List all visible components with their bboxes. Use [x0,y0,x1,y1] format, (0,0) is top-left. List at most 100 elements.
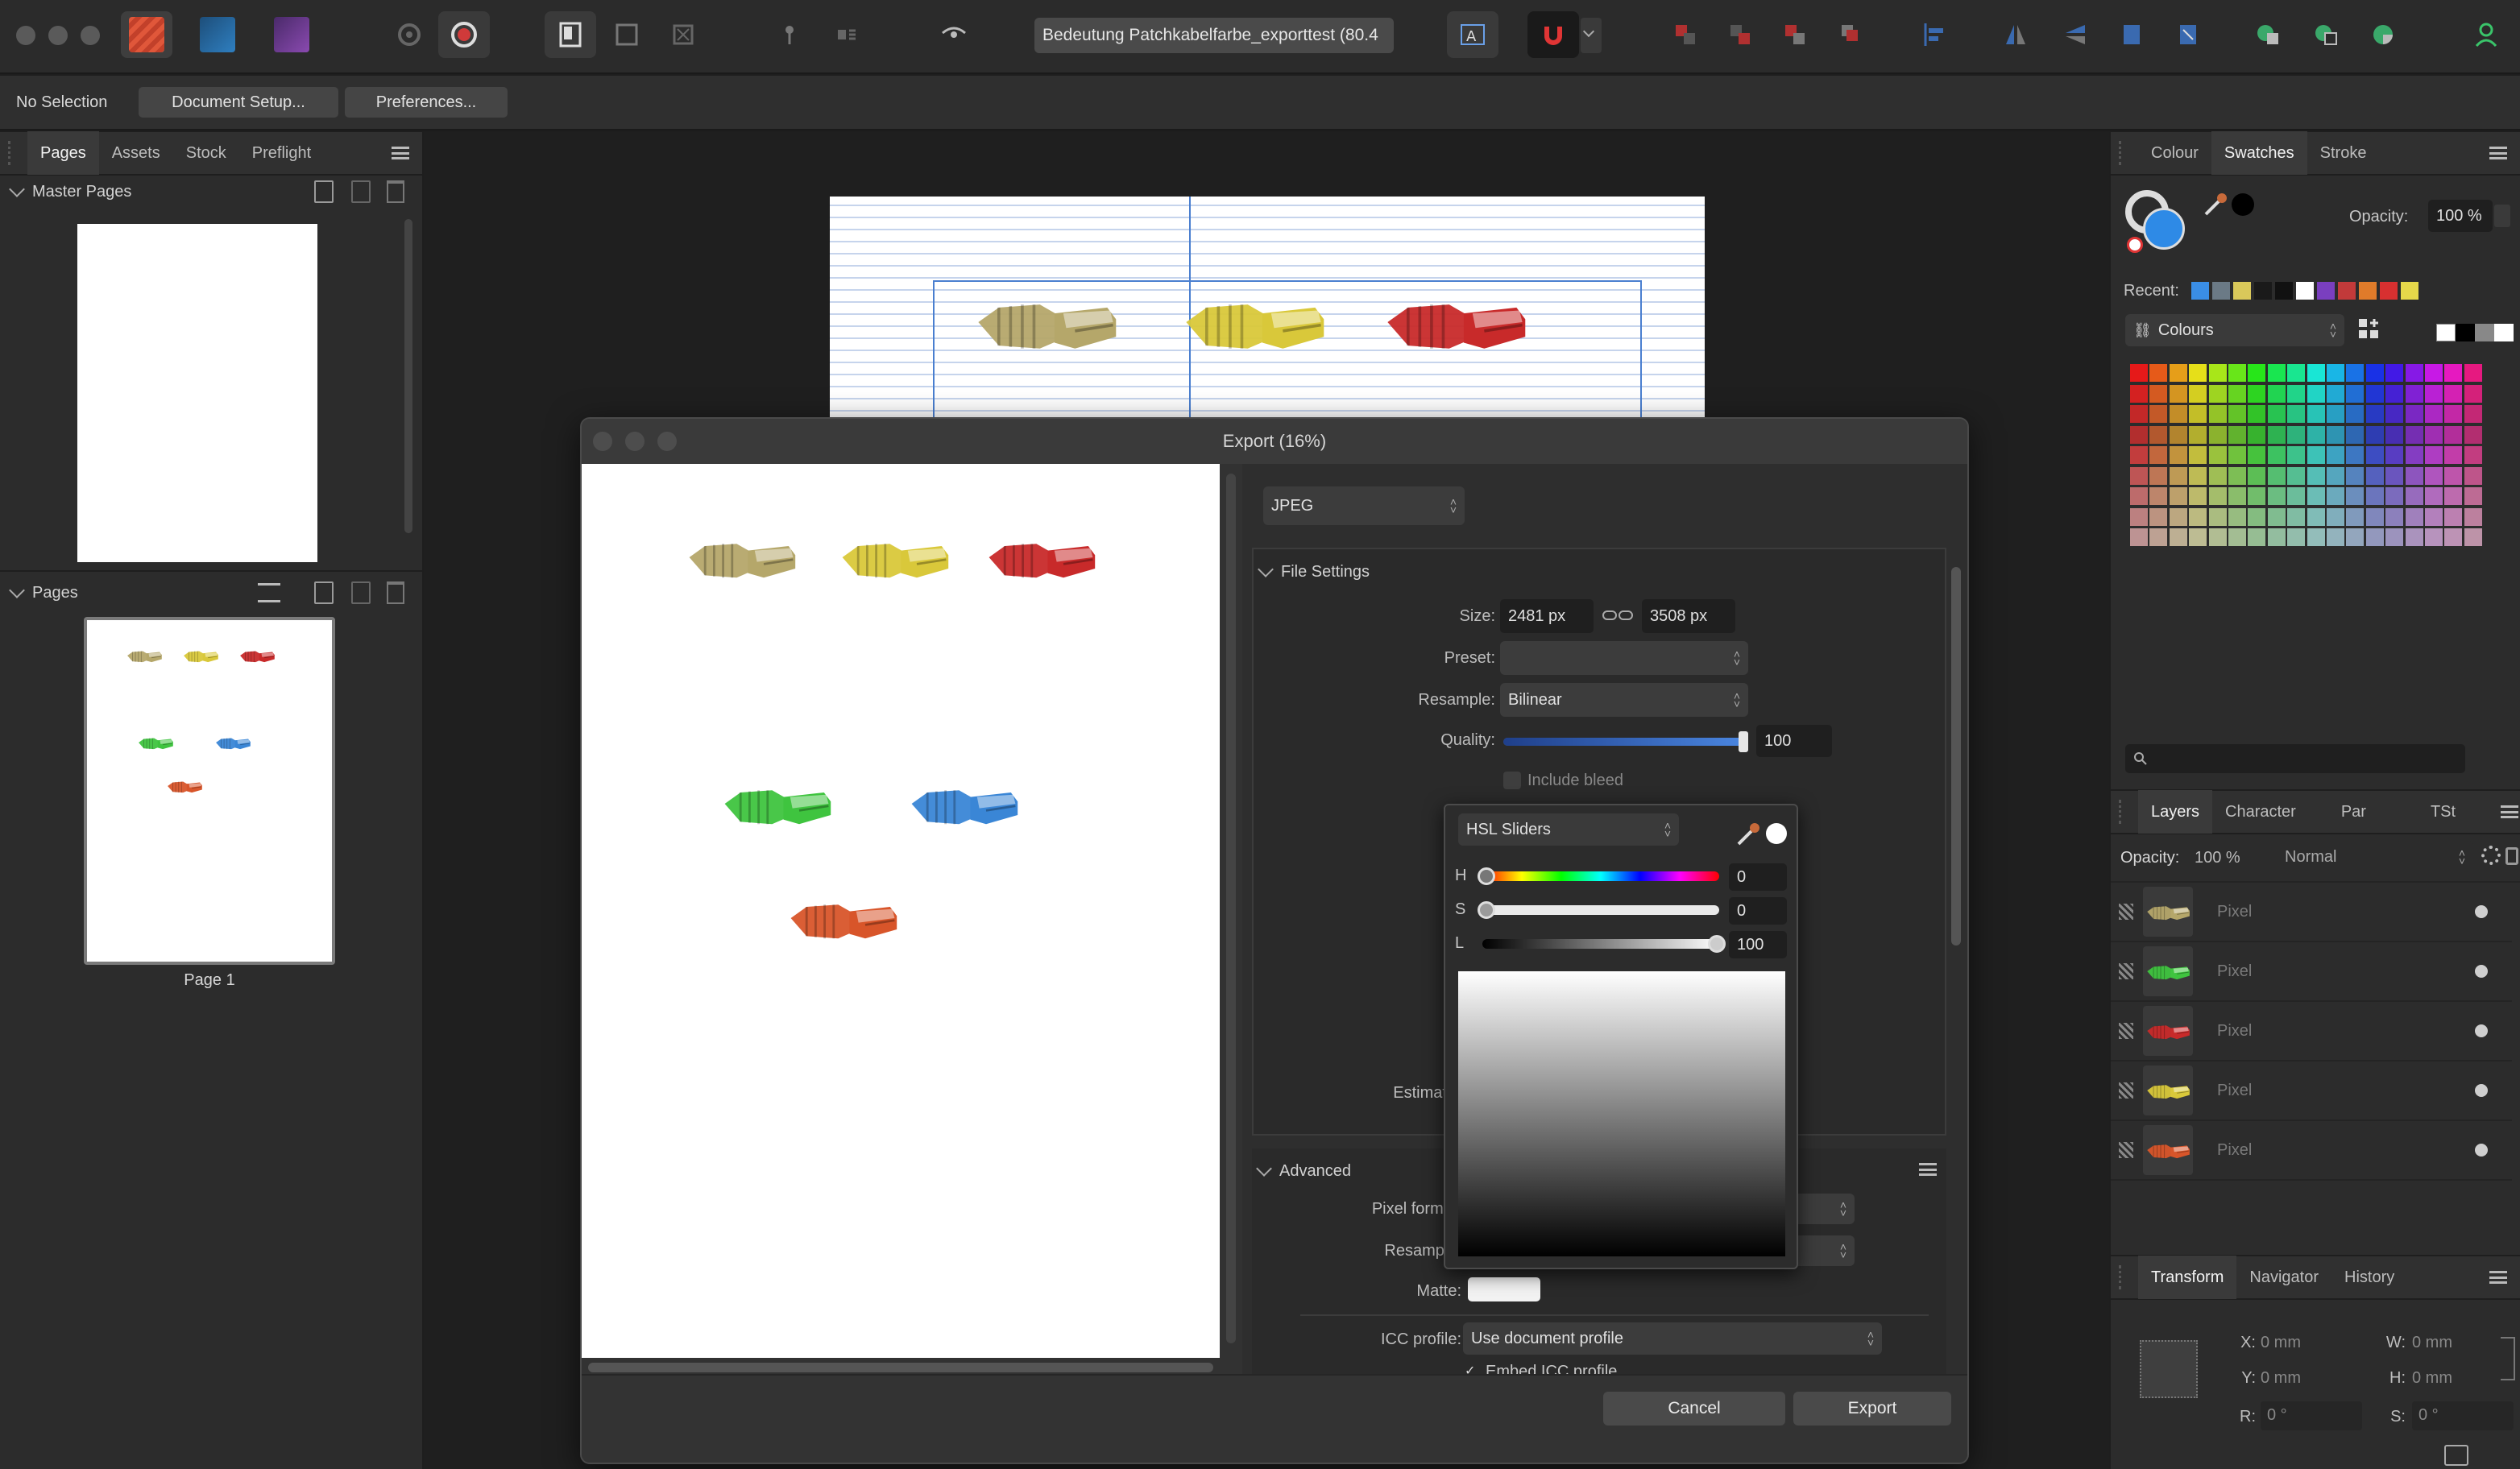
colour-swatch[interactable] [2464,384,2482,403]
colour-swatch[interactable] [2307,446,2325,464]
colour-swatch[interactable] [2327,384,2344,403]
lock-icon[interactable] [2505,847,2518,865]
layer-visibility-icon[interactable] [2475,1144,2488,1157]
colour-swatch[interactable] [2149,466,2168,485]
colour-swatch[interactable] [2130,446,2148,464]
colour-swatch[interactable] [2405,364,2423,382]
colour-swatch[interactable] [2228,446,2246,464]
recent-colour-swatch[interactable] [2233,282,2251,300]
colour-swatch[interactable] [2267,507,2286,526]
colour-swatch[interactable] [2327,487,2344,505]
shear-field[interactable]: 0 ° [2412,1401,2514,1430]
hue-field[interactable]: 0 [1729,863,1787,891]
rotate-right-button[interactable] [2162,11,2214,58]
panel-grip-icon[interactable] [8,141,23,165]
colour-swatch[interactable] [2385,528,2404,546]
colour-swatch[interactable] [2365,466,2384,485]
photo-persona-button[interactable] [266,11,317,58]
colour-swatch[interactable] [2385,364,2404,382]
colour-swatch[interactable] [2425,507,2443,526]
layers-opacity-value[interactable]: 100 % [2195,849,2240,867]
colour-swatch[interactable] [2365,528,2384,546]
window-zoom-button[interactable] [81,26,100,45]
colour-swatch[interactable] [2208,405,2227,423]
advanced-header[interactable]: Advanced [1252,1155,1351,1187]
colour-swatch[interactable] [2346,446,2365,464]
recent-colour-swatch[interactable] [2275,282,2293,300]
panel-grip-icon[interactable] [2119,1265,2133,1289]
colour-swatch[interactable] [2228,364,2246,382]
colour-swatch[interactable] [2425,446,2443,464]
preview-h-scrollbar[interactable] [588,1363,1213,1372]
snapping-button[interactable] [1527,11,1579,58]
colour-swatch[interactable] [2228,466,2246,485]
colour-swatch[interactable] [2267,446,2286,464]
h-field[interactable]: 0 mm [2412,1369,2452,1388]
designer-persona-button[interactable] [192,11,243,58]
eyedropper-icon[interactable] [2201,190,2230,219]
export-format-select[interactable]: JPEG ˄ ˅ [1263,486,1465,525]
colour-swatch[interactable] [2365,446,2384,464]
panel-menu-icon[interactable] [2489,147,2507,159]
colour-swatch[interactable] [2169,487,2187,505]
layer-drag-handle-icon[interactable] [2119,963,2133,979]
colour-swatch[interactable] [2287,528,2306,546]
colour-swatch[interactable] [2405,425,2423,444]
colour-swatch[interactable] [2307,528,2325,546]
master-page-thumbnail[interactable] [77,224,317,562]
panel-menu-icon[interactable] [392,147,409,159]
colour-swatch[interactable] [2169,507,2187,526]
colour-swatch[interactable] [2189,528,2207,546]
colour-swatch[interactable] [2169,446,2187,464]
colour-swatch[interactable] [2287,487,2306,505]
colour-swatch[interactable] [2228,528,2246,546]
colour-swatch[interactable] [2444,364,2463,382]
export-button[interactable]: Export [1793,1392,1951,1426]
tab-transform[interactable]: Transform [2138,1256,2237,1299]
colour-swatch[interactable] [2327,364,2344,382]
colour-swatch[interactable] [2248,364,2266,382]
colour-swatch[interactable] [2189,446,2207,464]
layer-drag-handle-icon[interactable] [2119,1023,2133,1039]
colour-swatch[interactable] [2169,466,2187,485]
colour-swatch[interactable] [2327,507,2344,526]
w-field[interactable]: 0 mm [2412,1334,2452,1352]
preferences-button[interactable]: Preferences... [345,87,508,118]
layer-visibility-icon[interactable] [2475,905,2488,918]
colour-swatch[interactable] [2365,384,2384,403]
colour-swatch[interactable] [2307,364,2325,382]
connector-image[interactable] [1381,290,1529,354]
colour-swatch[interactable] [2208,384,2227,403]
colour-swatch[interactable] [2267,425,2286,444]
colour-swatch[interactable] [2287,384,2306,403]
quick-swatches[interactable] [2436,324,2514,341]
colour-swatch[interactable] [2248,507,2266,526]
add-master-icon[interactable] [314,180,334,203]
tab-character[interactable]: Character [2212,790,2309,834]
lightness-slider[interactable] [1482,935,1726,953]
colour-swatch[interactable] [2189,364,2207,382]
move-forward-button[interactable] [1769,11,1821,58]
colour-swatch[interactable] [2208,425,2227,444]
colour-swatch[interactable] [2228,507,2246,526]
colour-swatch[interactable] [2444,487,2463,505]
colour-swatch[interactable] [2267,528,2286,546]
tab-history[interactable]: History [2331,1256,2407,1299]
colour-swatch[interactable] [2444,425,2463,444]
colour-swatch[interactable] [2189,466,2207,485]
colour-swatch[interactable] [2149,364,2168,382]
rotation-field[interactable]: 0 ° [2261,1401,2362,1430]
fill-stroke-selector[interactable] [2125,190,2190,254]
colour-swatch[interactable] [2228,425,2246,444]
colour-swatch[interactable] [2169,405,2187,423]
colour-swatch[interactable] [2385,507,2404,526]
pages-header[interactable]: Pages [0,577,422,609]
layer-row[interactable]: Pixel [2111,1121,2512,1181]
lightness-gradient-box[interactable] [1458,971,1785,1256]
colour-swatch[interactable] [2464,405,2482,423]
trash-icon[interactable] [387,180,404,203]
recent-colour-swatch[interactable] [2191,282,2209,300]
hue-slider-handle[interactable] [1478,867,1495,885]
quality-slider[interactable] [1503,731,1748,752]
colour-swatch[interactable] [2425,528,2443,546]
